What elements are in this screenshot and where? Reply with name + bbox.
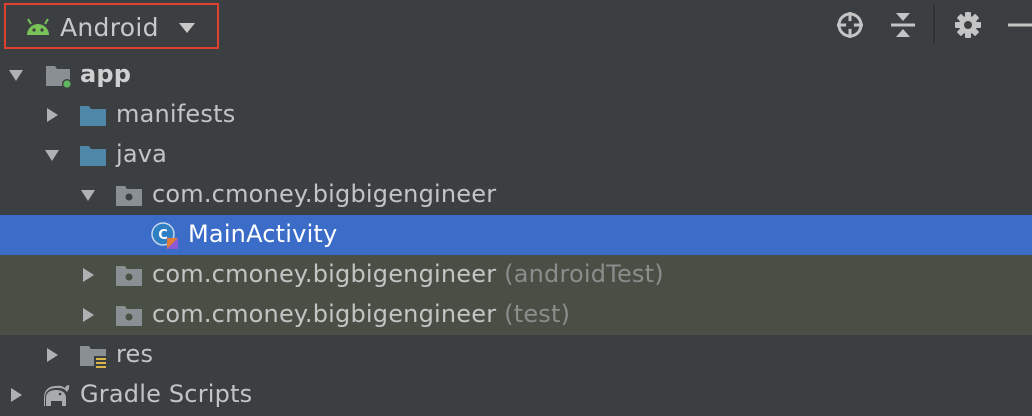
tree-label-main-activity: MainActivity (188, 220, 338, 248)
tree-label-package-test: com.cmoney.bigbigengineer (test) (152, 300, 570, 328)
tree-row-package-android-test[interactable]: com.cmoney.bigbigengineer (androidTest) (0, 255, 1032, 295)
dropdown-arrow-icon (179, 23, 195, 33)
tree-label-package-main: com.cmoney.bigbigengineer (152, 180, 497, 208)
tree-label-app: app (80, 60, 132, 88)
kotlin-class-icon: C (151, 222, 178, 249)
package-name: com.cmoney.bigbigengineer (152, 260, 497, 288)
locate-icon[interactable] (835, 10, 865, 40)
expanded-arrow-icon[interactable] (80, 187, 96, 203)
source-set-suffix: (test) (504, 300, 571, 328)
folder-icon (80, 106, 106, 126)
svg-text:C: C (158, 228, 168, 243)
package-icon (116, 306, 142, 326)
project-view-label: Android (60, 13, 159, 42)
collapsed-arrow-icon[interactable] (44, 347, 60, 363)
minimize-icon[interactable] (1006, 10, 1032, 40)
tree-row-manifests[interactable]: manifests (0, 95, 1032, 135)
project-tree: app manifests java com.cmoney.bigbigengi… (0, 53, 1032, 416)
project-toolbar: Android (0, 0, 1032, 50)
tree-label-gradle-scripts: Gradle Scripts (80, 380, 253, 408)
expanded-arrow-icon[interactable] (44, 147, 60, 163)
package-icon (116, 266, 142, 286)
package-name: com.cmoney.bigbigengineer (152, 300, 497, 328)
tree-row-res[interactable]: res (0, 335, 1032, 375)
package-icon (116, 186, 142, 206)
collapsed-arrow-icon[interactable] (8, 387, 24, 403)
project-view-selector[interactable]: Android (4, 3, 219, 49)
collapsed-arrow-icon[interactable] (80, 267, 96, 283)
module-folder-icon (46, 66, 72, 89)
tree-label-res: res (116, 340, 154, 368)
collapse-all-icon[interactable] (888, 10, 918, 40)
folder-icon (80, 146, 106, 166)
android-icon (27, 18, 49, 35)
tree-row-gradle-scripts[interactable]: Gradle Scripts (0, 375, 1032, 415)
toolbar-separator (933, 5, 935, 43)
tree-row-package-test[interactable]: com.cmoney.bigbigengineer (test) (0, 295, 1032, 335)
tree-label-manifests: manifests (116, 100, 236, 128)
tree-row-main-activity[interactable]: C MainActivity (0, 215, 1032, 255)
tree-row-package-main[interactable]: com.cmoney.bigbigengineer (0, 175, 1032, 215)
resources-folder-icon (80, 346, 106, 369)
tree-label-package-android-test: com.cmoney.bigbigengineer (androidTest) (152, 260, 664, 288)
source-set-suffix: (androidTest) (504, 260, 664, 288)
tree-row-app[interactable]: app (0, 55, 1032, 95)
collapsed-arrow-icon[interactable] (44, 107, 60, 123)
gear-icon[interactable] (953, 10, 983, 40)
tree-label-java: java (116, 140, 168, 168)
tree-row-java[interactable]: java (0, 135, 1032, 175)
collapsed-arrow-icon[interactable] (80, 307, 96, 323)
gradle-elephant-icon (44, 385, 70, 406)
expanded-arrow-icon[interactable] (8, 67, 24, 83)
